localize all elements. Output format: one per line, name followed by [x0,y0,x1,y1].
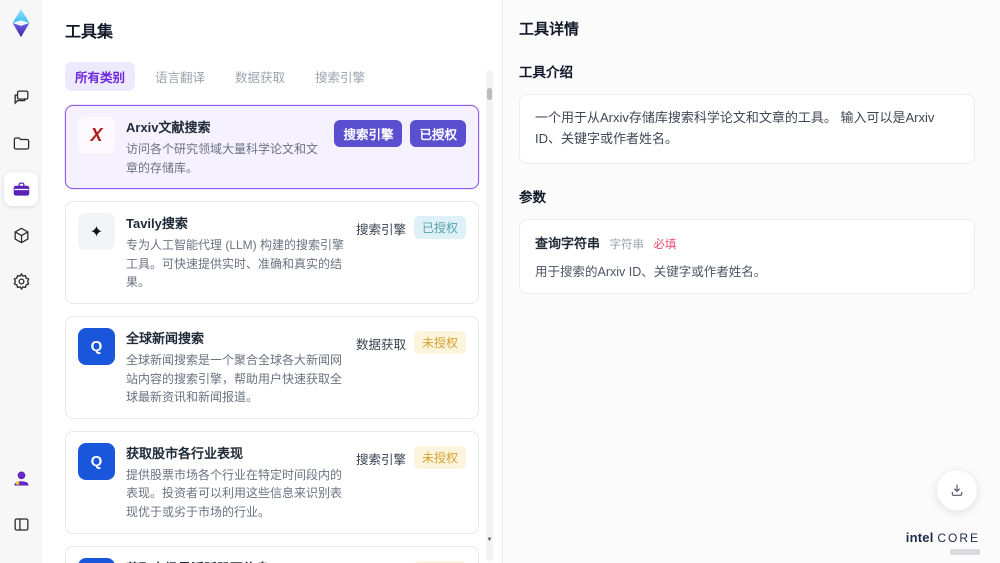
param-name: 查询字符串 [535,235,601,251]
tool-description: 专为人工智能代理 (LLM) 构建的搜索引擎工具。可快速提供实时、准确和真实的结… [126,238,345,290]
category-tab[interactable]: 数据获取 [225,62,295,91]
sidebar-item-models[interactable] [4,218,38,252]
intel-core-logo: intel CORE [905,530,980,545]
scrollbar-down-arrow[interactable]: ▼ [486,537,493,543]
sidebar-item-chat[interactable] [4,80,38,114]
category-tab[interactable]: 搜索引擎 [305,62,375,91]
sidebar-item-collapse[interactable] [4,507,38,541]
tool-icon-news: Q [78,327,115,365]
tool-name: Arxiv文献搜索 [126,120,211,135]
sidebar-item-tools[interactable] [4,172,38,206]
tool-status-badge: 已授权 [413,216,466,240]
tool-list-panel: 工具集 所有类别 语言翻译 数据获取 搜索引擎 X Arxiv文献搜索 访问各个… [42,0,502,563]
tool-card[interactable]: Q 全球新闻搜索 全球新闻搜索是一个聚合全球各大新闻网站内容的搜索引擎，帮助用户… [65,315,479,419]
tool-category-tag: 搜索引擎 [355,452,406,467]
tool-name: Tavily搜索 [126,216,188,232]
param-card: 查询字符串 字符串 必填 用于搜索的Arxiv ID、关键字或作者姓名。 [519,218,975,294]
category-tab[interactable]: 所有类别 [65,62,136,91]
tool-name: 全球新闻搜索 [126,330,205,346]
folder-icon [13,136,29,150]
app-sidebar [0,0,42,563]
list-scrollbar[interactable]: ▼ [486,70,493,561]
tool-name: 获取股市各行业表现 [126,445,244,461]
param-description: 用于搜索的Arxiv ID、关键字或作者姓名。 [535,264,767,279]
tool-icon-arxiv: X [78,117,115,154]
tool-category-tag: 搜索引擎 [334,120,403,147]
user-icon [13,471,29,485]
sidebar-item-settings[interactable] [4,264,38,298]
param-type: 字符串 [609,238,644,251]
tool-icon-tavily: ✦ [78,213,115,251]
tool-icon-news: Q [78,557,115,563]
panel-icon [14,517,28,531]
tool-description: 访问各个研究领域大量科学论文和文章的存储库。 [126,142,319,175]
intro-heading: 工具介绍 [519,65,573,80]
tool-category-tag: 数据获取 [355,337,406,352]
tool-list: X Arxiv文献搜索 访问各个研究领域大量科学论文和文章的存储库。 搜索引擎 … [65,105,479,563]
gear-icon [13,272,29,290]
sidebar-item-account[interactable] [4,461,38,495]
tool-card[interactable]: Q 获取股市各行业表现 提供股票市场各个行业在特定时间段内的表现。投资者可以利用… [65,430,479,534]
tool-card[interactable]: X Arxiv文献搜索 访问各个研究领域大量科学论文和文章的存储库。 搜索引擎 … [65,105,479,190]
tool-status-badge: 未授权 [413,330,466,354]
download-icon [951,484,963,496]
tool-status-badge: 已授权 [410,120,466,147]
tool-card[interactable]: ✦ Tavily搜索 专为人工智能代理 (LLM) 构建的搜索引擎工具。可快速提… [65,201,479,304]
app-logo-icon [12,8,30,38]
scrollbar-thumb[interactable] [487,88,492,100]
app-window: 工具集 所有类别 语言翻译 数据获取 搜索引擎 X Arxiv文献搜索 访问各个… [0,0,1000,563]
category-tab[interactable]: 语言翻译 [145,62,215,91]
tool-description: 提供股票市场各个行业在特定时间段内的表现。投资者可以利用这些信息来识别表现优于或… [126,467,343,519]
tool-category-tag: 搜索引擎 [355,223,406,238]
param-required-flag: 必填 [653,238,677,251]
category-tabs: 所有类别 语言翻译 数据获取 搜索引擎 [65,62,496,91]
tool-description: 全球新闻搜索是一个聚合全球各大新闻网站内容的搜索引擎，帮助用户快速获取全球最新资… [126,352,343,405]
intro-card: 一个用于从Arxiv存储库搜索科学论文和文章的工具。 输入可以是Arxiv ID… [519,94,975,164]
params-heading: 参数 [519,189,546,205]
cube-icon [14,227,28,243]
chat-icon [14,90,28,105]
tool-detail-panel: 工具详情 工具介绍 一个用于从Arxiv存储库搜索科学论文和文章的工具。 输入可… [502,0,1000,563]
sidebar-item-files[interactable] [4,126,38,160]
tool-icon-news: Q [78,442,115,480]
intel-logo-sub-mark [950,549,980,555]
tool-card[interactable]: Q 获取市场最活跃股票信息 提供当天交易量最高的股票列表。投资者可以利用这些信息… [65,545,479,563]
detail-title: 工具详情 [519,21,580,38]
tool-status-badge: 未授权 [413,445,466,469]
page-title: 工具集 [65,24,114,41]
tool-name: 获取市场最活跃股票信息 [126,558,345,563]
intro-text: 一个用于从Arxiv存储库搜索科学论文和文章的工具。 输入可以是Arxiv ID… [535,110,935,146]
download-button[interactable] [936,469,978,511]
toolbox-icon [13,182,29,196]
